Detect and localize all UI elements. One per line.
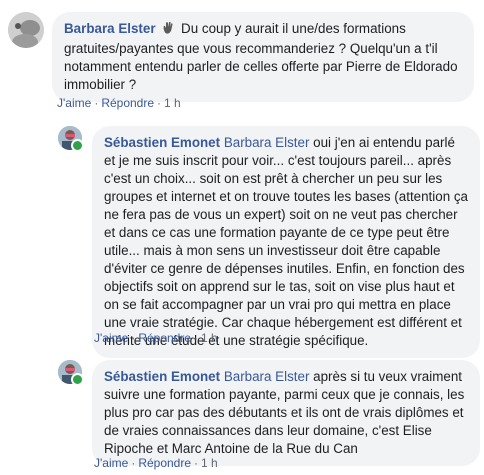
comment-thread: Barbara Elster Du coup y aurait il une/d… xyxy=(0,0,484,475)
like-link[interactable]: J'aime xyxy=(94,331,128,345)
comment-timestamp[interactable]: 1 h xyxy=(201,331,218,345)
comment-actions: J'aime · Répondre · 1 h xyxy=(94,456,218,470)
separator-dot: · xyxy=(194,456,199,470)
separator-dot: · xyxy=(131,331,136,345)
separator-dot: · xyxy=(94,96,99,110)
avatar-barbara[interactable] xyxy=(8,12,44,48)
comment-mention[interactable]: Barbara Elster xyxy=(224,369,310,384)
comment-author[interactable]: Sébastien Emonet xyxy=(104,369,220,384)
reply-sebastien-2: Sébastien Emonet Barbara Elster après si… xyxy=(58,360,480,466)
comment-bubble: Barbara Elster Du coup y aurait il une/d… xyxy=(52,12,474,102)
comment-bubble: Sébastien Emonet Barbara Elster après si… xyxy=(92,360,480,466)
separator-dot: · xyxy=(157,96,162,110)
avatar-sebastien[interactable] xyxy=(58,360,84,386)
reply-sebastien-1: Sébastien Emonet Barbara Elster oui j'en… xyxy=(58,126,480,358)
comment-actions: J'aime · Répondre · 1 h xyxy=(57,96,181,110)
comment-mention[interactable]: Barbara Elster xyxy=(224,135,310,150)
waving-hand-emoji-icon xyxy=(161,21,175,40)
comment-bubble: Sébastien Emonet Barbara Elster oui j'en… xyxy=(92,126,480,358)
separator-dot: · xyxy=(131,456,136,470)
reply-link[interactable]: Répondre xyxy=(101,96,154,110)
comment-timestamp[interactable]: 1 h xyxy=(201,456,218,470)
reply-link[interactable]: Répondre xyxy=(138,456,191,470)
reply-link[interactable]: Répondre xyxy=(138,331,191,345)
comment-author[interactable]: Sébastien Emonet xyxy=(104,135,220,150)
like-link[interactable]: J'aime xyxy=(94,456,128,470)
like-link[interactable]: J'aime xyxy=(57,96,91,110)
comment-author[interactable]: Barbara Elster xyxy=(64,21,156,36)
avatar-sebastien[interactable] xyxy=(58,126,84,152)
comment-timestamp[interactable]: 1 h xyxy=(164,96,181,110)
user-avatar-icon xyxy=(8,12,44,48)
comment-text: oui j'en ai entendu parlé et je me suis … xyxy=(104,135,469,348)
online-status-dot-icon xyxy=(71,139,84,152)
separator-dot: · xyxy=(194,331,199,345)
comment-barbara: Barbara Elster Du coup y aurait il une/d… xyxy=(8,12,474,102)
online-status-dot-icon xyxy=(71,373,84,386)
comment-actions: J'aime · Répondre · 1 h xyxy=(94,331,218,345)
